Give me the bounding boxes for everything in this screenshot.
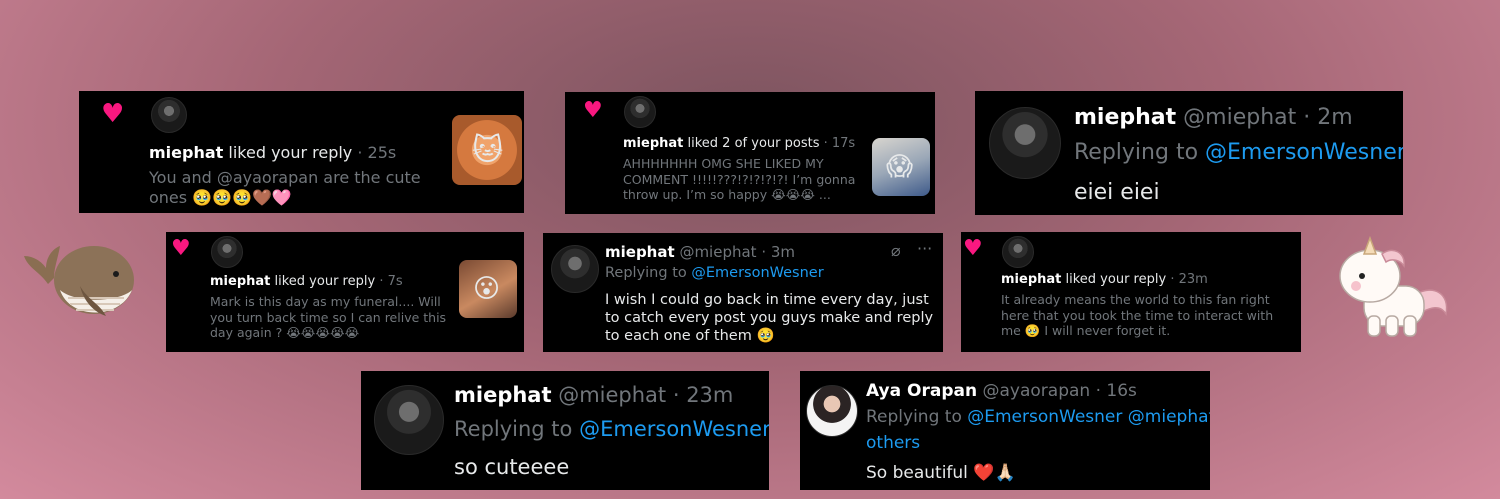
heart-icon: ♥	[171, 236, 191, 261]
timestamp: · 25s	[357, 143, 397, 162]
heart-icon: ♥	[963, 236, 983, 261]
notification-header: miephat liked 2 of your posts · 17s	[623, 136, 855, 151]
notification-card[interactable]: ♥ miephat liked 2 of your posts · 17s AH…	[565, 92, 935, 214]
notification-card[interactable]: ♥ miephat liked your reply · 23m It alre…	[961, 232, 1301, 352]
replying-to: Replying to @EmersonWesner	[454, 417, 769, 441]
action-text: liked 2 of your posts	[687, 136, 820, 151]
cat-image-icon: 🐱	[472, 133, 504, 168]
handle[interactable]: @miephat	[1183, 105, 1296, 130]
handle[interactable]: @miephat	[679, 243, 756, 261]
heart-icon: ♥	[101, 99, 125, 129]
username[interactable]: Aya Orapan	[866, 381, 977, 401]
reply-text: You and @ayaorapan are the cute ones 🥹🥹🥹…	[149, 168, 421, 207]
post-thumbnail[interactable]: 🐱	[452, 115, 522, 185]
others-link[interactable]: others	[866, 433, 920, 453]
mention-link[interactable]: @EmersonWesner	[1205, 140, 1403, 165]
action-text: liked your reply	[228, 143, 353, 162]
reply-text: So beautiful ❤️🙏🏻	[866, 463, 1016, 483]
avatar[interactable]	[374, 385, 444, 455]
timestamp: · 2m	[1303, 105, 1353, 130]
reply-text: so cuteeee	[454, 455, 570, 479]
post-thumbnail[interactable]: 😱	[872, 138, 930, 196]
username[interactable]: miephat	[1001, 272, 1061, 287]
reply-header: miephat @miephat · 23m	[454, 383, 733, 407]
timestamp: · 3m	[761, 243, 796, 261]
mention-link[interactable]: @EmersonWesner	[691, 265, 823, 281]
replying-label: Replying to	[454, 417, 573, 441]
timestamp: · 17s	[823, 136, 856, 151]
reply-card[interactable]: Aya Orapan @ayaorapan · 16s Replying to …	[800, 371, 1210, 490]
reply-card[interactable]: miephat @miephat · 2m Replying to @Emers…	[975, 91, 1403, 215]
username[interactable]: miephat	[1074, 105, 1176, 130]
reply-text: eiei eiei	[1074, 180, 1160, 205]
replying-to: Replying to @EmersonWesner	[605, 265, 824, 281]
timestamp: · 7s	[379, 274, 403, 289]
handle[interactable]: @ayaorapan	[982, 381, 1090, 401]
notification-header: miephat liked your reply · 25s	[149, 143, 396, 162]
avatar[interactable]	[1002, 236, 1034, 268]
replying-to: Replying to @EmersonWesner @miephat	[866, 407, 1210, 427]
mention-link[interactable]: @EmersonWesner	[579, 417, 769, 441]
replying-label: Replying to	[1074, 140, 1199, 165]
reply-header: miephat @miephat · 3m	[605, 243, 795, 261]
reply-header: miephat @miephat · 2m	[1074, 105, 1353, 130]
handle[interactable]: @miephat	[558, 383, 666, 407]
notification-card[interactable]: ♥ miephat liked your reply · 7s Mark is …	[166, 232, 524, 352]
notification-header: miephat liked your reply · 23m	[1001, 272, 1208, 287]
post-thumbnail[interactable]: 😮	[459, 260, 517, 318]
mention-link[interactable]: @EmersonWesner @miephat	[967, 407, 1210, 427]
reply-text: I wish I could go back in time every day…	[605, 292, 934, 345]
reply-text: Mark is this day as my funeral.... Will …	[210, 294, 447, 341]
avatar[interactable]	[151, 97, 187, 133]
reply-card[interactable]: miephat @miephat · 23m Replying to @Emer…	[361, 371, 769, 490]
reply-header: Aya Orapan @ayaorapan · 16s	[866, 381, 1137, 401]
timestamp: · 16s	[1095, 381, 1137, 401]
username[interactable]: miephat	[210, 274, 270, 289]
avatar[interactable]	[806, 385, 858, 437]
person-image-icon: 😮	[473, 274, 501, 304]
heart-icon: ♥	[583, 98, 603, 123]
username[interactable]: miephat	[605, 243, 675, 261]
more-options-icon[interactable]: ···	[917, 239, 932, 258]
reply-card[interactable]: miephat @miephat · 3m ⌀ ··· Replying to …	[543, 233, 943, 352]
timestamp: · 23m	[1170, 272, 1208, 287]
reply-text: It already means the world to this fan r…	[1001, 292, 1274, 339]
action-text: liked your reply	[274, 274, 376, 289]
username[interactable]: miephat	[149, 143, 223, 162]
replying-to: Replying to @EmersonWesner	[1074, 140, 1403, 165]
avatar[interactable]	[624, 96, 656, 128]
username[interactable]: miephat	[623, 136, 683, 151]
notification-header: miephat liked your reply · 7s	[210, 274, 403, 289]
whale-sticker	[24, 246, 134, 316]
replying-label: Replying to	[605, 265, 687, 281]
avatar[interactable]	[551, 245, 599, 293]
screaming-person-image-icon: 😱	[886, 152, 914, 182]
avatar[interactable]	[989, 107, 1061, 179]
reply-text: AHHHHHHH OMG SHE LIKED MY COMMENT !!!!!?…	[623, 156, 856, 203]
replying-label: Replying to	[866, 407, 962, 427]
username[interactable]: miephat	[454, 383, 552, 407]
action-text: liked your reply	[1065, 272, 1167, 287]
notification-card[interactable]: ♥ miephat liked your reply · 25s You and…	[79, 91, 524, 213]
unicorn-sticker	[1339, 235, 1448, 337]
avatar[interactable]	[211, 236, 243, 268]
grok-icon[interactable]: ⌀	[891, 241, 901, 260]
timestamp: · 23m	[672, 383, 734, 407]
